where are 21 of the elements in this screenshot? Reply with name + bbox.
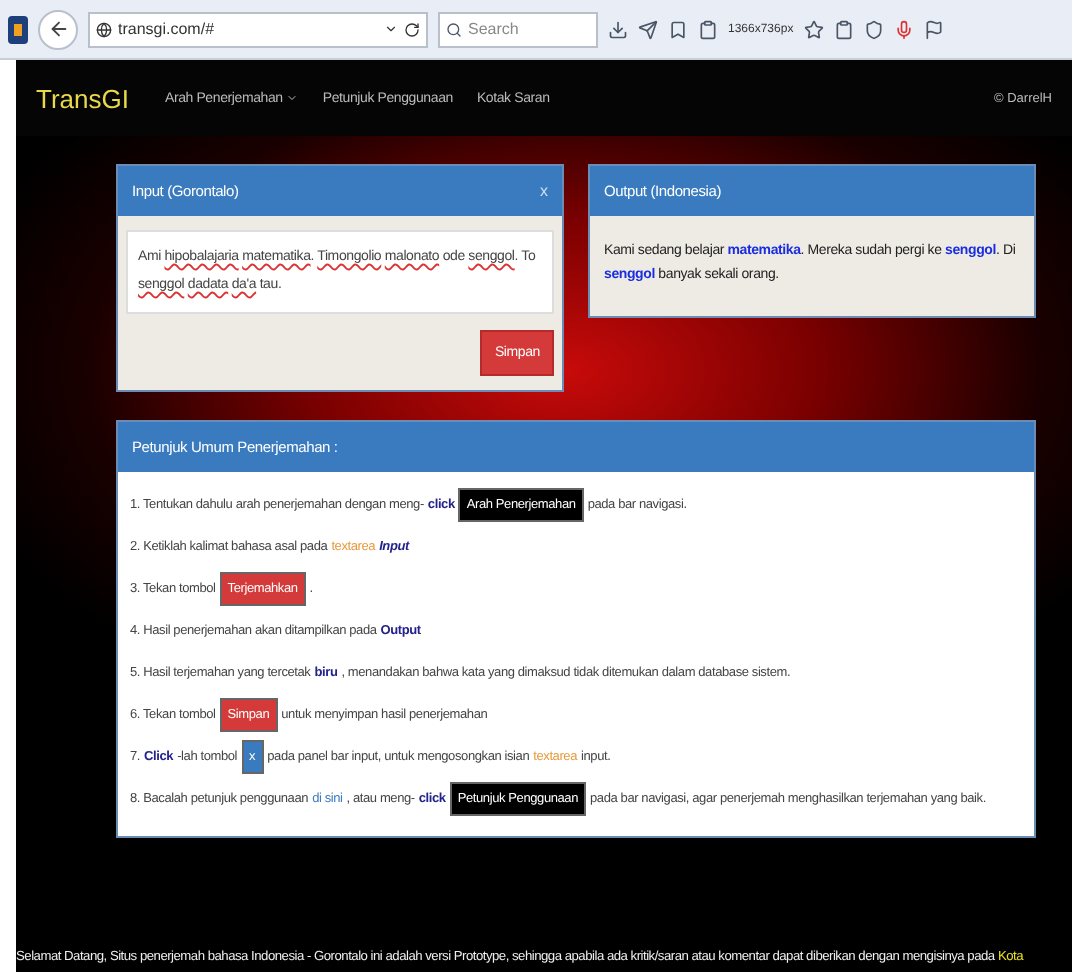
back-button[interactable] (38, 9, 78, 49)
clipboard-icon[interactable] (833, 19, 854, 39)
search-input[interactable]: Search (468, 20, 588, 38)
back-arrow-icon (47, 18, 69, 40)
dropdown-icon[interactable] (384, 22, 398, 36)
caret-icon (286, 92, 299, 104)
clipboard-icon[interactable] (698, 19, 718, 39)
microphone-icon[interactable] (893, 19, 914, 39)
bookmark-icon[interactable] (668, 19, 688, 39)
search-field[interactable]: Search (438, 11, 598, 47)
shield-icon[interactable] (863, 19, 884, 39)
flag-icon[interactable] (923, 19, 944, 39)
address-field[interactable]: transgi.com/# (88, 11, 428, 47)
globe-icon (96, 21, 112, 37)
send-icon[interactable] (638, 19, 658, 39)
download-icon[interactable] (608, 19, 628, 39)
star-icon[interactable] (803, 19, 824, 39)
reload-icon[interactable] (404, 21, 420, 37)
brand-logo[interactable]: TransGI (36, 83, 129, 113)
app-icon[interactable] (8, 15, 28, 43)
search-icon (446, 21, 462, 37)
